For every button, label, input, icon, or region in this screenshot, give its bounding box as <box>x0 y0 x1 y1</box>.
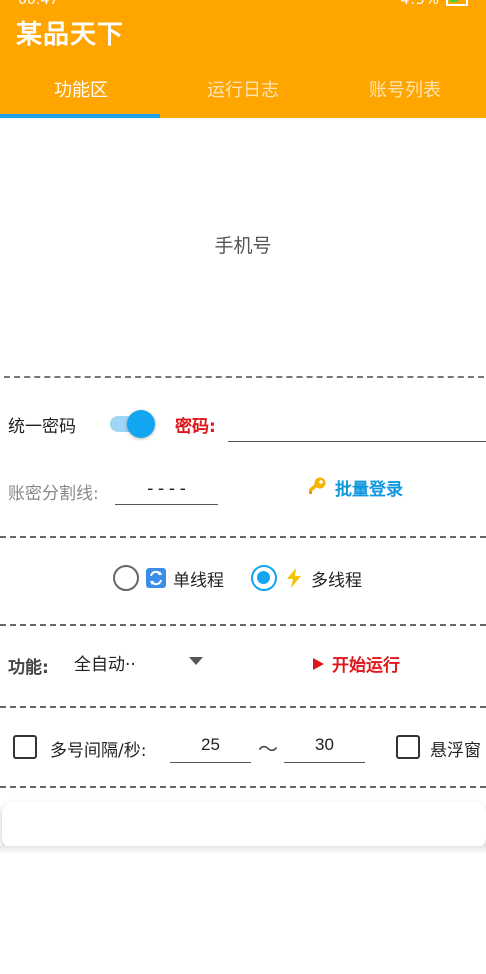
key-icon <box>305 475 329 499</box>
radio-button <box>113 565 139 591</box>
interval-label: 多号间隔/秒: <box>50 741 147 761</box>
card-shadow <box>0 846 486 854</box>
separator-input[interactable] <box>115 472 218 505</box>
multi-thread-label: 多线程 <box>311 570 362 591</box>
separator-label: 账密分割线: <box>8 484 99 504</box>
status-battery-text: 4.5% <box>400 0 440 8</box>
floating-window-checkbox[interactable] <box>396 735 420 759</box>
batch-login-button[interactable]: 批量登录 <box>305 472 403 502</box>
password-label: 密码: <box>175 417 216 437</box>
function-select[interactable]: 全自动·· <box>74 646 214 678</box>
interval-min-input[interactable] <box>170 728 251 763</box>
unify-password-label: 统一密码 <box>8 417 76 437</box>
multi-account-checkbox[interactable] <box>13 735 37 759</box>
start-run-button[interactable]: 开始运行 <box>313 651 400 676</box>
app-bar: 00:47 4.5% 某品天下 功能区 运行日志 账号列表 <box>0 0 486 118</box>
refresh-icon <box>145 567 167 589</box>
phone-field-underline <box>4 376 484 378</box>
radio-single-thread[interactable]: 单线程 <box>113 563 224 593</box>
start-run-label: 开始运行 <box>332 656 400 676</box>
play-icon <box>313 657 324 670</box>
switch-knob <box>127 410 155 438</box>
phone-field[interactable]: 手机号 <box>0 231 486 258</box>
battery-icon <box>446 0 468 6</box>
app-title: 某品天下 <box>16 20 125 50</box>
chevron-down-icon <box>189 657 203 665</box>
tab-account-list[interactable]: 账号列表 <box>324 76 486 106</box>
interval-max-input[interactable] <box>284 728 365 763</box>
function-label: 功能: <box>8 658 49 678</box>
divider <box>0 624 486 626</box>
tab-indicator <box>0 114 160 118</box>
tab-run-log[interactable]: 运行日志 <box>162 76 324 106</box>
status-bar: 00:47 4.5% <box>0 0 486 8</box>
floating-window-label: 悬浮窗 <box>430 741 481 761</box>
lightning-icon <box>283 567 305 589</box>
info-card <box>2 802 486 848</box>
status-time: 00:47 <box>18 0 59 8</box>
range-separator: ～ <box>258 737 278 761</box>
password-input[interactable] <box>228 408 486 442</box>
radio-button-selected <box>251 565 277 591</box>
batch-login-label: 批量登录 <box>335 479 403 500</box>
single-thread-label: 单线程 <box>173 570 224 591</box>
function-selected-value: 全自动·· <box>74 654 136 675</box>
divider <box>0 786 486 788</box>
divider <box>0 706 486 708</box>
tab-functions[interactable]: 功能区 <box>0 76 162 106</box>
divider <box>0 536 486 538</box>
radio-multi-thread[interactable]: 多线程 <box>251 563 362 593</box>
unify-password-switch[interactable] <box>108 410 156 438</box>
